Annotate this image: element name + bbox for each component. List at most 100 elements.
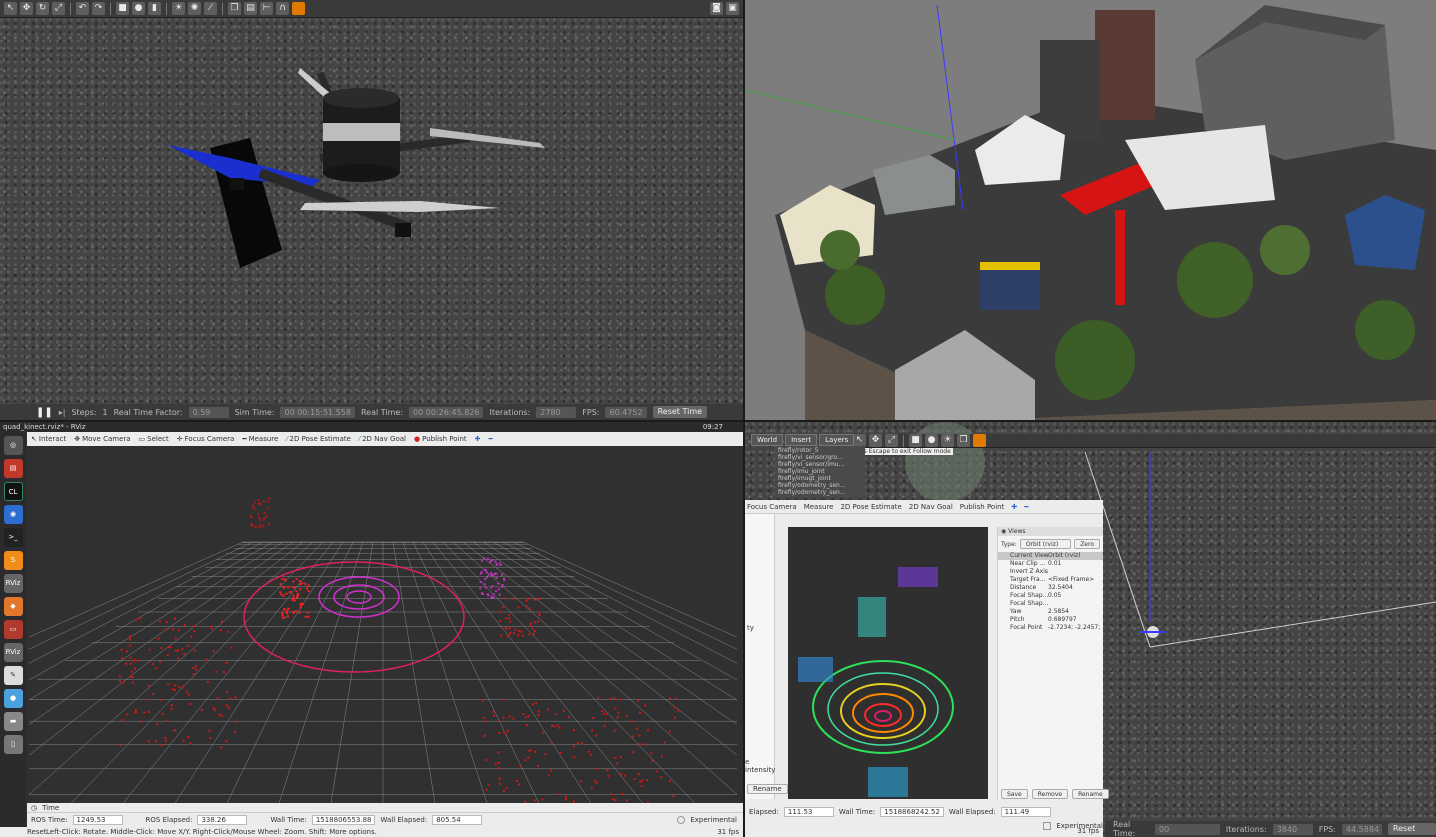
view-property-row[interactable]: Focal Point -2.7234; -2.2457; ... bbox=[998, 624, 1103, 632]
reset-button[interactable]: Reset bbox=[27, 827, 47, 837]
sphere-shape-icon[interactable]: ● bbox=[132, 2, 145, 15]
presentation-icon[interactable]: ▭ bbox=[3, 620, 23, 639]
clion-icon[interactable]: CL bbox=[3, 482, 23, 501]
spot-light-icon[interactable]: ✺ bbox=[188, 2, 201, 15]
point-light-icon[interactable]: ☀ bbox=[172, 2, 185, 15]
remove-button[interactable]: Remove bbox=[1031, 789, 1069, 799]
property-key: Distance bbox=[1010, 584, 1037, 591]
screenshot-icon[interactable]: ◙ bbox=[710, 2, 723, 15]
redo-icon[interactable]: ↷ bbox=[92, 2, 105, 15]
list-item[interactable]: firefly/odometry_sen... bbox=[778, 482, 862, 489]
nav-goal-tool[interactable]: 2D Nav Goal bbox=[909, 503, 953, 511]
focus-camera-tool[interactable]: ✛ Focus Camera bbox=[177, 435, 235, 443]
view-property-row[interactable]: Pitch 0.689797 bbox=[998, 616, 1103, 624]
directional-light-icon[interactable]: ⁄ bbox=[204, 2, 217, 15]
drive-icon[interactable]: ▬ bbox=[3, 712, 23, 731]
dash-icon[interactable]: ◎ bbox=[3, 436, 23, 455]
list-item[interactable]: firefly/rotor_5 bbox=[778, 447, 862, 454]
box-shape-icon[interactable]: ■ bbox=[909, 434, 922, 447]
view-property-row[interactable]: Distance 32.5404 bbox=[998, 584, 1103, 592]
view-property-row[interactable]: Focal Shap... bbox=[998, 600, 1103, 608]
steps-value[interactable]: 1 bbox=[103, 408, 108, 417]
select-tool[interactable]: ▭ Select bbox=[139, 435, 169, 443]
drone-arm bbox=[258, 168, 412, 233]
list-item[interactable]: firefly/vi_sensor/gro... bbox=[778, 454, 862, 461]
paste-icon[interactable]: ▤ bbox=[244, 2, 257, 15]
sphere-shape-icon[interactable]: ● bbox=[925, 434, 938, 447]
chat-icon[interactable]: ● bbox=[3, 689, 23, 708]
add-tool-icon[interactable]: ✚ bbox=[1011, 503, 1017, 511]
terminal-icon[interactable]: >_ bbox=[3, 528, 23, 547]
tab-layers[interactable]: Layers bbox=[819, 434, 855, 446]
scale-icon[interactable]: ⤢ bbox=[885, 434, 898, 447]
point bbox=[572, 745, 575, 748]
measure-tool[interactable]: Measure bbox=[804, 503, 834, 511]
reset-time-button[interactable]: Reset Time bbox=[652, 406, 708, 418]
text-editor-icon[interactable]: ✎ bbox=[3, 666, 23, 685]
snap-icon[interactable]: ∩ bbox=[276, 2, 289, 15]
remove-tool-icon[interactable]: ━ bbox=[489, 435, 493, 443]
publish-point-tool[interactable]: Publish Point bbox=[960, 503, 1005, 511]
step-icon[interactable]: ▸| bbox=[59, 408, 66, 417]
move-camera-tool[interactable]: ✥ Move Camera bbox=[74, 435, 130, 443]
color-icon[interactable] bbox=[973, 434, 986, 447]
tab-insert[interactable]: Insert bbox=[785, 434, 818, 446]
gazebo-icon[interactable]: ◆ bbox=[3, 597, 23, 616]
remove-tool-icon[interactable]: ━ bbox=[1024, 503, 1028, 511]
view-property-row[interactable]: Invert Z Axis bbox=[998, 568, 1103, 576]
copy-icon[interactable]: ❐ bbox=[957, 434, 970, 447]
point-light-icon[interactable]: ☀ bbox=[941, 434, 954, 447]
reset-time-button[interactable]: Reset Time bbox=[1387, 823, 1436, 837]
files-icon[interactable]: ▤ bbox=[3, 459, 23, 478]
publish-point-tool[interactable]: ● Publish Point bbox=[414, 435, 467, 443]
list-item[interactable]: firefly/imugt_joint bbox=[778, 475, 862, 482]
rename-button[interactable]: Rename bbox=[1072, 789, 1109, 799]
focus-camera-tool[interactable]: Focus Camera bbox=[747, 503, 797, 511]
box-shape-icon[interactable]: ■ bbox=[116, 2, 129, 15]
point bbox=[501, 605, 504, 608]
tab-world[interactable]: World bbox=[751, 434, 784, 446]
rviz-icon[interactable]: RViz bbox=[3, 643, 23, 662]
log-icon[interactable]: ▣ bbox=[726, 2, 739, 15]
translate-icon[interactable]: ✥ bbox=[20, 2, 33, 15]
rviz-icon[interactable]: RViz bbox=[3, 574, 23, 593]
interact-tool[interactable]: ↖ Interact bbox=[31, 435, 66, 443]
select-arrow-icon[interactable]: ↖ bbox=[4, 2, 17, 15]
experimental-checkbox[interactable] bbox=[677, 816, 686, 824]
view-property-row[interactable]: Yaw 2.5854 bbox=[998, 608, 1103, 616]
rviz-3d-viewport[interactable] bbox=[0, 447, 743, 823]
nav-goal-tool[interactable]: ⁄ 2D Nav Goal bbox=[359, 435, 406, 443]
translate-icon[interactable]: ✥ bbox=[869, 434, 882, 447]
view-property-row[interactable]: Near Clip ... 0.01 bbox=[998, 560, 1103, 568]
undo-icon[interactable]: ↶ bbox=[76, 2, 89, 15]
cylinder-shape-icon[interactable]: ▮ bbox=[148, 2, 161, 15]
experimental-checkbox[interactable] bbox=[1043, 822, 1052, 830]
point bbox=[479, 581, 482, 584]
pose-estimate-tool[interactable]: 2D Pose Estimate bbox=[840, 503, 901, 511]
sublime-icon[interactable]: S bbox=[3, 551, 23, 570]
measure-tool[interactable]: ━ Measure bbox=[242, 435, 278, 443]
trash-icon[interactable]: ▯ bbox=[3, 735, 23, 754]
rviz-lidar-viewport[interactable] bbox=[788, 527, 988, 805]
pause-icon[interactable]: ❚❚ bbox=[36, 407, 53, 418]
list-item[interactable]: firefly/vi_sensor/imu... bbox=[778, 461, 862, 468]
property-value: <Fixed Frame> bbox=[1048, 576, 1095, 583]
save-button[interactable]: Save bbox=[1001, 789, 1028, 799]
scale-icon[interactable]: ⤢ bbox=[52, 2, 65, 15]
rotate-icon[interactable]: ↻ bbox=[36, 2, 49, 15]
rename-button[interactable]: Rename bbox=[747, 784, 788, 794]
align-icon[interactable]: ⊢ bbox=[260, 2, 273, 15]
pose-estimate-tool[interactable]: ⁄ 2D Pose Estimate bbox=[286, 435, 351, 443]
gazebo-town-viewport[interactable] bbox=[745, 0, 1436, 420]
copy-icon[interactable]: ❐ bbox=[228, 2, 241, 15]
browser-icon[interactable]: ◉ bbox=[3, 505, 23, 524]
view-type-select[interactable]: Orbit (rviz) bbox=[1019, 539, 1072, 549]
add-tool-icon[interactable]: ✚ bbox=[475, 435, 481, 443]
zero-button[interactable]: Zero bbox=[1074, 539, 1100, 549]
color-icon[interactable] bbox=[292, 2, 305, 15]
view-property-row[interactable]: Focal Shap... 0.05 bbox=[998, 592, 1103, 600]
list-item[interactable]: firefly/odometry_sen... bbox=[778, 489, 862, 496]
view-property-row[interactable]: Target Fra... <Fixed Frame> bbox=[998, 576, 1103, 584]
view-property-row[interactable]: Current View Orbit (rviz) bbox=[998, 552, 1103, 560]
list-item[interactable]: firefly/imu_joint bbox=[778, 468, 862, 475]
